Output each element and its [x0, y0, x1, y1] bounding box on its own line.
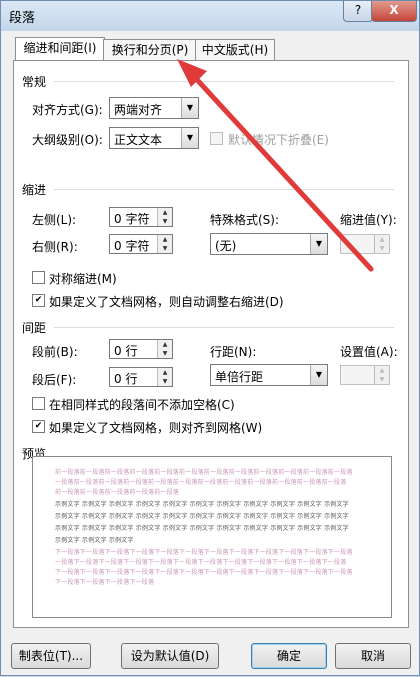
line-spacing-value: 单倍行距 [215, 370, 264, 384]
mirror-indent-checkbox[interactable] [32, 271, 45, 284]
indent-right-label: 右侧(R): [32, 240, 78, 254]
snap-to-grid-label: 如果定义了文档网格，则对齐到网格(W) [49, 421, 263, 435]
preview-sample-line: 示例文字 示例文字 示例文字 示例文字 示例文字 示例文字 示例文字 示例文字 … [55, 513, 349, 520]
alignment-value: 两端对齐 [114, 103, 163, 117]
chevron-down-icon: ▼ [310, 365, 327, 385]
alignment-label: 对齐方式(G): [32, 103, 103, 117]
outline-level-value: 正文文本 [114, 133, 163, 147]
preview-prev-line: 前一段落前一段落前一段落前一段落前一段落 [55, 489, 180, 496]
indent-separator [54, 189, 394, 190]
tabs-button[interactable]: 制表位(T)... [11, 643, 91, 669]
tab-indents-spacing[interactable]: 缩进和间距(I) [15, 37, 105, 61]
spin-up-icon[interactable]: ▲ [158, 340, 172, 349]
outline-level-select[interactable]: 正文文本 ▼ [109, 127, 199, 149]
mirror-indent-label: 对称缩进(M) [49, 272, 117, 286]
preview-sample-line: 示例文字 示例文字 示例文字 示例文字 示例文字 示例文字 示例文字 示例文字 … [55, 525, 349, 532]
spin-up-icon[interactable]: ▲ [375, 366, 389, 375]
spin-up-icon[interactable]: ▲ [158, 235, 172, 244]
title-bar: 段落 ? X [1, 1, 419, 31]
ok-button[interactable]: 确定 [251, 643, 327, 669]
special-indent-label: 特殊格式(S): [210, 213, 280, 227]
tab-line-page-breaks[interactable]: 换行和分页(P) [103, 39, 197, 61]
outline-level-label: 大纲级别(O): [32, 133, 103, 147]
indent-right-value: 0 字符 [114, 239, 150, 253]
spacing-at-spinner[interactable]: ▲ ▼ [340, 365, 390, 385]
spacing-before-spinner[interactable]: 0 行 ▲ ▼ [109, 339, 173, 359]
indent-left-label: 左侧(L): [32, 213, 77, 227]
special-indent-select[interactable]: (无) ▼ [210, 233, 328, 255]
indent-by-label: 缩进值(Y): [340, 213, 397, 227]
close-button[interactable]: X [371, 1, 417, 22]
indent-right-spinner[interactable]: 0 字符 ▲ ▼ [109, 234, 173, 254]
alignment-select[interactable]: 两端对齐 ▼ [109, 97, 199, 119]
chevron-down-icon: ▼ [310, 234, 327, 254]
preview-next-line: 下一段落下一段落下一段落下一段落下一段落下一段落下一段落下一段落下一段落下一段落… [55, 549, 353, 556]
spin-up-icon[interactable]: ▲ [158, 208, 172, 217]
spin-down-icon[interactable]: ▼ [158, 377, 172, 386]
help-button[interactable]: ? [343, 1, 373, 22]
spin-down-icon[interactable]: ▼ [375, 375, 389, 384]
set-default-button[interactable]: 设为默认值(D) [121, 643, 219, 669]
preview-sample-line: 示例文字 示例文字 示例文字 示例文字 示例文字 示例文字 示例文字 示例文字 … [55, 501, 349, 508]
indent-left-spinner[interactable]: 0 字符 ▲ ▼ [109, 207, 173, 227]
collapse-checkbox[interactable] [210, 132, 223, 145]
snap-to-grid-checkbox[interactable]: ✔ [32, 420, 45, 433]
spacing-after-value: 0 行 [114, 372, 138, 386]
spacing-before-label: 段前(B): [32, 345, 78, 359]
collapse-label: 默认情况下折叠(E) [228, 133, 329, 147]
tab-panel: 常规 对齐方式(G): 两端对齐 ▼ 大纲级别(O): 正文文本 ▼ 默认情况下… [13, 60, 409, 628]
spin-down-icon[interactable]: ▼ [158, 349, 172, 358]
no-space-same-style-checkbox[interactable] [32, 397, 45, 410]
auto-adjust-indent-checkbox[interactable]: ✔ [32, 294, 45, 307]
indent-by-spinner[interactable]: ▲ ▼ [340, 234, 390, 254]
cancel-button[interactable]: 取消 [335, 643, 411, 669]
preview-next-line: 下一段落下一段落下一段落下一段落 [55, 579, 155, 586]
preview-next-line: 下一段落下一段落下一段落下一段落下一段落下一段落下一段落下一段落下一段落下一段落… [55, 569, 353, 576]
spin-down-icon[interactable]: ▼ [158, 244, 172, 253]
preview-sample-line: 示例文字 示例文字 示例文字 [55, 537, 134, 544]
spin-down-icon[interactable]: ▼ [158, 217, 172, 226]
chevron-down-icon: ▼ [181, 98, 198, 118]
spacing-before-value: 0 行 [114, 344, 138, 358]
preview-prev-line: 前一段落前一段落前一段落前一段落前一段落前一段落前一段落前一段落前一段落前一段落… [55, 469, 353, 476]
spacing-at-label: 设置值(A): [340, 345, 398, 359]
spacing-separator [54, 327, 394, 328]
auto-adjust-indent-label: 如果定义了文档网格，则自动调整右缩进(D) [49, 295, 284, 309]
spacing-after-label: 段后(F): [32, 373, 77, 387]
general-heading: 常规 [22, 75, 47, 89]
no-space-same-style-label: 在相同样式的段落间不添加空格(C) [49, 398, 235, 412]
spin-up-icon[interactable]: ▲ [158, 368, 172, 377]
dialog-title: 段落 [9, 11, 36, 26]
paragraph-dialog: 段落 ? X 缩进和间距(I) 换行和分页(P) 中文版式(H) 常规 对齐方式… [0, 0, 420, 676]
special-indent-value: (无) [215, 239, 237, 253]
spacing-after-spinner[interactable]: 0 行 ▲ ▼ [109, 367, 173, 387]
preview-prev-line: 一段落前一段落前一段落前一段落前一段落前一段落前一段落前一段落前一段落前一段落前… [55, 479, 347, 486]
tab-asian-typography[interactable]: 中文版式(H) [195, 39, 275, 61]
general-separator [54, 81, 394, 82]
spin-up-icon[interactable]: ▲ [375, 235, 389, 244]
chevron-down-icon: ▼ [181, 128, 198, 148]
indent-left-value: 0 字符 [114, 212, 150, 226]
line-spacing-select[interactable]: 单倍行距 ▼ [210, 364, 328, 386]
spin-down-icon[interactable]: ▼ [375, 244, 389, 253]
indent-heading: 缩进 [22, 183, 47, 197]
preview-box: 前一段落前一段落前一段落前一段落前一段落前一段落前一段落前一段落前一段落前一段落… [32, 456, 392, 618]
line-spacing-label: 行距(N): [210, 345, 257, 359]
preview-next-line: 一段落下一段落下一段落下一段落下一段落下一段落下一段落下一段落下一段落下一段落下… [55, 559, 347, 566]
spacing-heading: 间距 [22, 321, 47, 335]
